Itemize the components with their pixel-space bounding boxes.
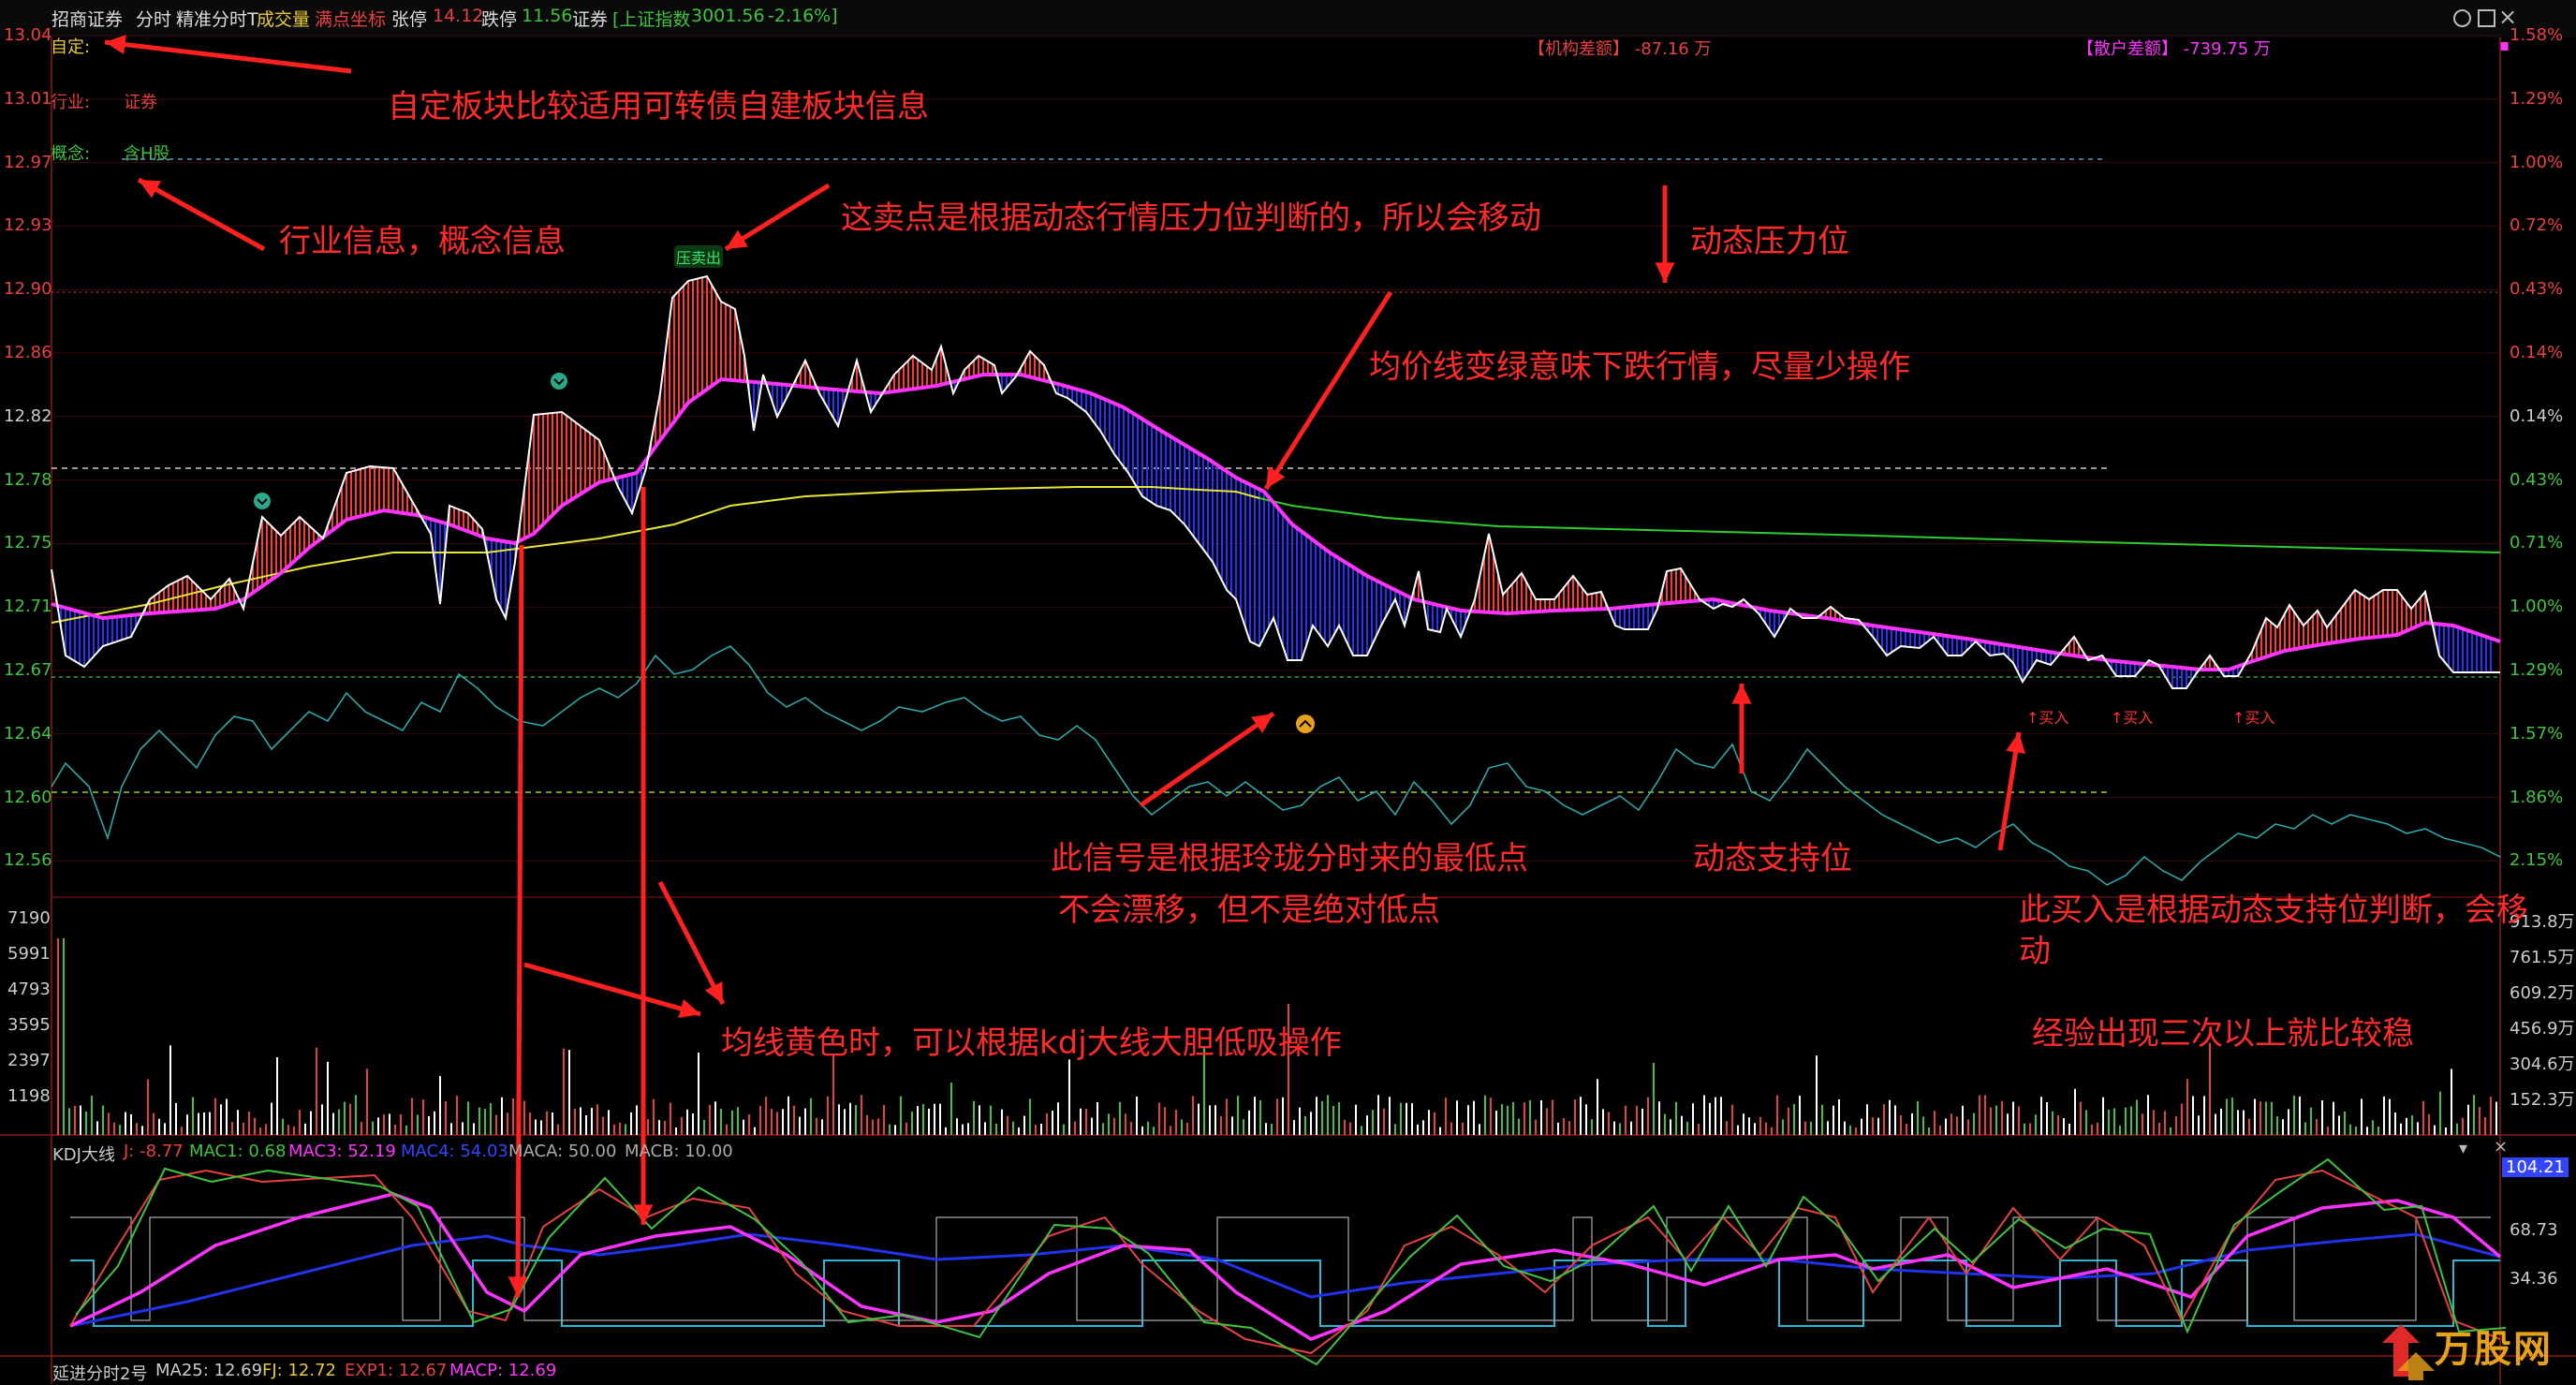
annotation-sell-point: 这卖点是根据动态行情压力位判断的，所以会移动 <box>841 199 1541 237</box>
kdj-name[interactable]: KDJ大线 <box>52 1142 115 1166</box>
annotation-experience: 经验出现三次以上就比较稳 <box>2032 1015 2414 1053</box>
kdj-maca: MACA: 50.00 <box>508 1142 617 1161</box>
annotation-custom-block: 自定板块比较适用可转债自建板块信息 <box>388 88 929 125</box>
kdj-mac4: MAC4: 54.03 <box>401 1142 508 1161</box>
watermark-text: 万股网 <box>2435 1328 2553 1371</box>
kdj-axis-mid: 68.73 <box>2510 1220 2558 1240</box>
sell-signal-label[interactable]: 压卖出 <box>674 245 724 268</box>
bottom-exp1: EXP1: 12.67 <box>345 1361 448 1380</box>
annotation-industry: 行业信息，概念信息 <box>279 223 566 260</box>
bottom-fj: FJ: 12.72 <box>262 1361 336 1380</box>
kdj-mac1: MAC1: 0.68 <box>189 1142 287 1161</box>
kdj-close-icon[interactable]: × <box>2494 1137 2508 1157</box>
annotation-resistance: 动态压力位 <box>1690 223 1849 260</box>
annotation-buy-moves: 此买入是根据动态支持位判断，会移 <box>2019 891 2528 929</box>
annotation-buy-moves-2: 动 <box>2019 933 2051 970</box>
down-signal-marker <box>551 373 567 390</box>
kdj-j: J: -8.77 <box>124 1142 184 1161</box>
arrow-custom-block <box>104 39 352 74</box>
annotation-avg-line-green: 均价线变绿意味下跌行情，尽量少操作 <box>1369 348 1910 386</box>
arrow-avg-line <box>1263 290 1393 491</box>
bottom-ma25: MA25: 12.69 <box>155 1361 263 1380</box>
annotation-no-drift: 不会漂移，但不是绝对低点 <box>1058 891 1440 929</box>
arrow-kdj-1 <box>515 544 524 1298</box>
kdj-dotted-box <box>70 1216 2491 1321</box>
logo-icon <box>2382 1324 2435 1380</box>
arrow-kdj-4 <box>657 880 726 1006</box>
kdj-magenta-line <box>69 1192 2502 1341</box>
kdj-macb: MACB: 10.00 <box>625 1142 733 1161</box>
arrow-resistance-head <box>1655 262 1675 283</box>
kdj-axis-top: 104.21 <box>2502 1157 2569 1177</box>
watermark-logo: 万股网 <box>2382 1315 2569 1380</box>
lowest-point-marker <box>1296 715 1315 733</box>
arrow-kdj-2-head <box>633 1204 654 1225</box>
kdj-mac3: MAC3: 52.19 <box>288 1142 396 1161</box>
buy-signal-label[interactable]: ↑买入 <box>2026 705 2068 728</box>
annotation-lowest-point: 此信号是根据玲珑分时来的最低点 <box>1051 840 1528 877</box>
arrow-industry <box>137 177 266 252</box>
down-signal-marker <box>254 493 271 509</box>
arrow-support-head <box>1731 684 1752 704</box>
buy-signal-label[interactable]: ↑买入 <box>2232 705 2274 728</box>
kdj-step-line <box>70 1260 2500 1327</box>
kdj-axis-low: 34.36 <box>2510 1269 2558 1289</box>
annotation-kdj-buy: 均线黄色时，可以根据kdj大线大胆低吸操作 <box>721 1024 1342 1062</box>
bottom-macp: MACP: 12.69 <box>449 1361 557 1380</box>
bottom-indicator-name[interactable]: 延进分时2号 <box>52 1361 147 1385</box>
kdj-dropdown-icon[interactable]: ▾ <box>2459 1139 2467 1158</box>
buy-signal-text: 买入 <box>2039 709 2069 727</box>
buy-signal-text: 买入 <box>2123 709 2154 727</box>
chart-stage: 招商证券 分时 精准分时T 成交量 满点坐标 张停 14.12 跌停 11.56… <box>0 0 2576 1384</box>
arrow-buy-moves-head <box>2006 732 2025 754</box>
buy-signal-label[interactable]: ↑买入 <box>2111 705 2153 728</box>
buy-signal-text: 买入 <box>2245 709 2275 727</box>
arrow-kdj-3 <box>523 962 701 1017</box>
annotation-support: 动态支持位 <box>1693 840 1852 877</box>
avg-price-line-green <box>1259 497 2501 553</box>
arrow-lowest-point-head <box>1251 714 1273 733</box>
